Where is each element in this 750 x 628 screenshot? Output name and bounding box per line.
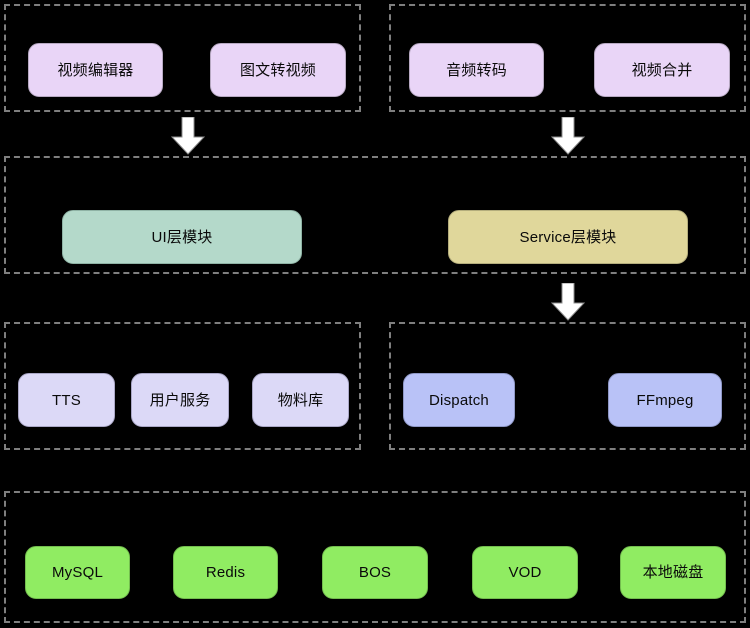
node-ui-layer-module[interactable]: UI层模块 xyxy=(62,210,302,264)
node-label: FFmpeg xyxy=(636,391,694,409)
node-tts[interactable]: TTS xyxy=(18,373,115,427)
arrow-app-left-to-ui xyxy=(171,117,205,155)
node-vod[interactable]: VOD xyxy=(472,546,578,599)
node-user-service[interactable]: 用户服务 xyxy=(131,373,229,427)
arrow-app-right-to-service xyxy=(551,117,585,155)
node-label: Service层模块 xyxy=(519,228,617,246)
node-audio-transcode[interactable]: 音频转码 xyxy=(409,43,544,97)
node-label: MySQL xyxy=(51,564,103,581)
node-video-editor[interactable]: 视频编辑器 xyxy=(28,43,163,97)
node-label: Redis xyxy=(205,564,246,581)
node-label: 物料库 xyxy=(277,391,324,409)
node-service-layer-module[interactable]: Service层模块 xyxy=(448,210,688,264)
arrow-service-module-to-backend xyxy=(551,283,585,321)
node-label: 图文转视频 xyxy=(239,61,316,79)
node-redis[interactable]: Redis xyxy=(173,546,278,599)
node-material-library[interactable]: 物料库 xyxy=(252,373,349,427)
node-bos[interactable]: BOS xyxy=(322,546,428,599)
node-label: 本地磁盘 xyxy=(642,564,704,581)
node-video-merge[interactable]: 视频合并 xyxy=(594,43,730,97)
node-mysql[interactable]: MySQL xyxy=(25,546,130,599)
node-label: 音频转码 xyxy=(446,61,507,79)
node-label: 视频编辑器 xyxy=(57,61,134,79)
architecture-diagram: 视频编辑器 图文转视频 音频转码 视频合并 UI层模块 Service层模块 T… xyxy=(0,0,750,628)
node-label: 视频合并 xyxy=(631,61,693,79)
node-ffmpeg[interactable]: FFmpeg xyxy=(608,373,722,427)
node-label: TTS xyxy=(52,391,81,409)
node-label: UI层模块 xyxy=(151,228,213,246)
node-label: 用户服务 xyxy=(149,391,211,409)
node-dispatch[interactable]: Dispatch xyxy=(403,373,515,427)
node-local-disk[interactable]: 本地磁盘 xyxy=(620,546,726,599)
node-text-to-video[interactable]: 图文转视频 xyxy=(210,43,346,97)
node-label: BOS xyxy=(358,564,392,581)
node-label: Dispatch xyxy=(429,391,489,409)
node-label: VOD xyxy=(508,564,542,581)
